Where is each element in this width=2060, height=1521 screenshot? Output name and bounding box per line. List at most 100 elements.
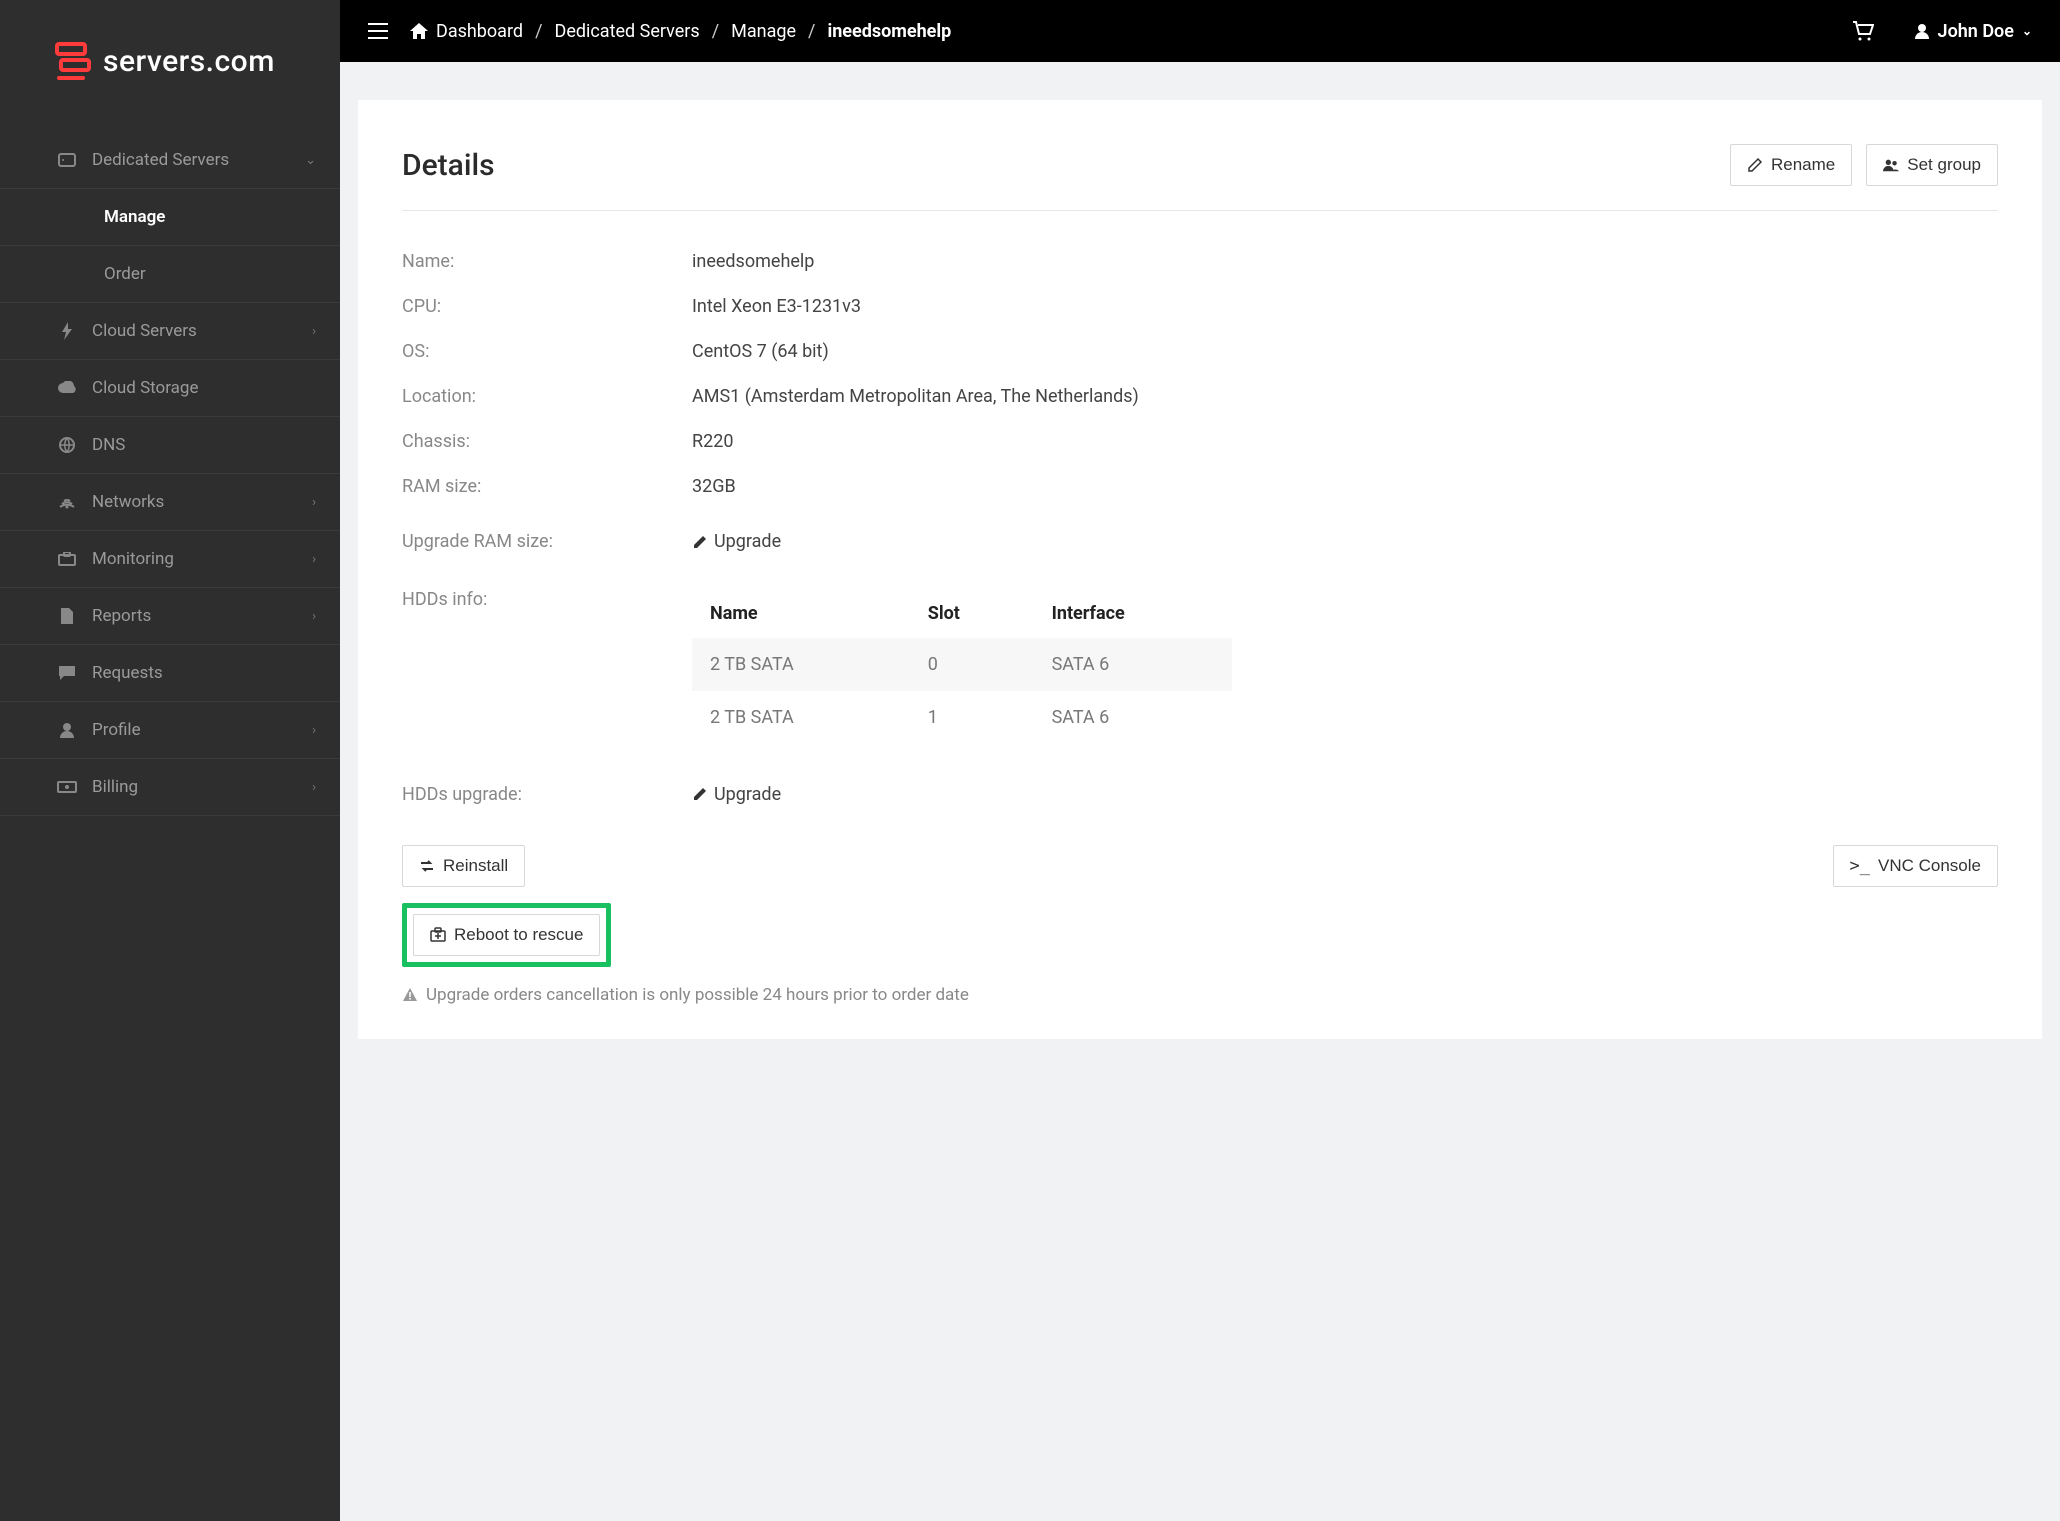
- home-icon[interactable]: [410, 23, 428, 39]
- brand-name: servers.com: [103, 44, 275, 79]
- cloud-icon: [56, 381, 78, 395]
- label-hdds: HDDs info:: [402, 589, 692, 610]
- label-ram: RAM size:: [402, 476, 692, 497]
- user-menu[interactable]: John Doe ⌄: [1914, 21, 2032, 42]
- upgrade-ram-link[interactable]: Upgrade: [692, 531, 781, 552]
- pencil-icon: [692, 786, 708, 802]
- hdd-name: 2 TB SATA: [692, 638, 910, 691]
- signal-icon: [56, 495, 78, 509]
- sidebar-item-label: Billing: [92, 777, 138, 797]
- sidebar-item-label: Monitoring: [92, 549, 174, 569]
- highlight-box: Reboot to rescue: [402, 903, 611, 967]
- sidebar-item-monitoring[interactable]: Monitoring ›: [0, 531, 340, 588]
- sidebar-item-profile[interactable]: Profile ›: [0, 702, 340, 759]
- warning-icon: [402, 987, 418, 1003]
- sidebar-item-label: Cloud Servers: [92, 321, 197, 341]
- value-os: CentOS 7 (64 bit): [692, 341, 829, 362]
- chat-icon: [56, 665, 78, 681]
- rename-button[interactable]: Rename: [1730, 144, 1852, 186]
- value-name: ineedsomehelp: [692, 251, 814, 272]
- globe-icon: [56, 437, 78, 453]
- chevron-right-icon: ›: [312, 552, 316, 567]
- hdd-slot: 0: [910, 638, 1034, 691]
- breadcrumb-current: ineedsomehelp: [827, 21, 951, 42]
- sidebar-item-label: Networks: [92, 492, 164, 512]
- retweet-icon: [419, 858, 435, 874]
- sidebar-item-requests[interactable]: Requests: [0, 645, 340, 702]
- logo-icon: [55, 40, 91, 82]
- set-group-button[interactable]: Set group: [1866, 144, 1998, 186]
- hdd-header-interface: Interface: [1034, 589, 1232, 638]
- chevron-right-icon: ›: [312, 609, 316, 624]
- user-icon: [1914, 23, 1930, 39]
- chevron-down-icon: ⌄: [305, 153, 316, 168]
- sidebar-item-billing[interactable]: Billing ›: [0, 759, 340, 816]
- hdd-slot: 1: [910, 691, 1034, 744]
- hdd-name: 2 TB SATA: [692, 691, 910, 744]
- sidebar-item-cloud-storage[interactable]: Cloud Storage: [0, 360, 340, 417]
- chevron-right-icon: ›: [312, 324, 316, 339]
- medkit-icon: [430, 927, 446, 943]
- label-name: Name:: [402, 251, 692, 272]
- breadcrumb-separator: /: [808, 21, 815, 42]
- table-row: 2 TB SATA 1 SATA 6: [692, 691, 1232, 744]
- hdd-interface: SATA 6: [1034, 691, 1232, 744]
- sidebar-item-dns[interactable]: DNS: [0, 417, 340, 474]
- sidebar-item-label: Dedicated Servers: [92, 150, 229, 170]
- breadcrumb-separator: /: [712, 21, 719, 42]
- hdd-header-name: Name: [692, 589, 910, 638]
- cancellation-note: Upgrade orders cancellation is only poss…: [402, 985, 1998, 1005]
- note-text: Upgrade orders cancellation is only poss…: [426, 985, 969, 1005]
- pencil-icon: [692, 534, 708, 550]
- sidebar-item-manage[interactable]: Manage: [0, 189, 340, 246]
- sidebar-item-cloud-servers[interactable]: Cloud Servers ›: [0, 303, 340, 360]
- sidebar-item-order[interactable]: Order: [0, 246, 340, 303]
- upgrade-hdd-link[interactable]: Upgrade: [692, 784, 781, 805]
- breadcrumb: Dashboard / Dedicated Servers / Manage /…: [410, 21, 951, 42]
- money-icon: [56, 781, 78, 793]
- sidebar-item-label: DNS: [92, 435, 125, 455]
- table-row: 2 TB SATA 0 SATA 6: [692, 638, 1232, 691]
- chevron-right-icon: ›: [312, 495, 316, 510]
- breadcrumb-separator: /: [535, 21, 542, 42]
- edit-icon: [1747, 157, 1763, 173]
- bolt-icon: [56, 322, 78, 340]
- sidebar: servers.com Dedicated Servers ⌄ Manage O…: [0, 0, 340, 1521]
- label-cpu: CPU:: [402, 296, 692, 317]
- users-icon: [1883, 157, 1899, 173]
- reboot-rescue-button[interactable]: Reboot to rescue: [413, 914, 600, 956]
- hdd-header-slot: Slot: [910, 589, 1034, 638]
- chevron-right-icon: ›: [312, 780, 316, 795]
- page-title: Details: [402, 148, 495, 183]
- hamburger-icon[interactable]: [368, 23, 388, 39]
- breadcrumb-section[interactable]: Dedicated Servers: [555, 21, 700, 42]
- cart-icon[interactable]: [1852, 21, 1874, 41]
- sidebar-item-networks[interactable]: Networks ›: [0, 474, 340, 531]
- label-os: OS:: [402, 341, 692, 362]
- chevron-down-icon: ⌄: [2022, 24, 2032, 38]
- value-chassis: R220: [692, 431, 733, 452]
- file-icon: [56, 607, 78, 625]
- sidebar-item-reports[interactable]: Reports ›: [0, 588, 340, 645]
- briefcase-icon: [56, 552, 78, 566]
- user-name: John Doe: [1938, 21, 2014, 42]
- breadcrumb-sub[interactable]: Manage: [731, 21, 796, 42]
- button-label: Reboot to rescue: [454, 925, 583, 945]
- details-card: Details Rename Set group Name:ineedsomeh…: [358, 100, 2042, 1039]
- reinstall-button[interactable]: Reinstall: [402, 845, 525, 887]
- hdd-interface: SATA 6: [1034, 638, 1232, 691]
- value-ram: 32GB: [692, 476, 736, 497]
- brand-logo[interactable]: servers.com: [0, 0, 340, 132]
- value-location: AMS1 (Amsterdam Metropolitan Area, The N…: [692, 386, 1139, 407]
- label-location: Location:: [402, 386, 692, 407]
- link-label: Upgrade: [714, 531, 781, 552]
- breadcrumb-dashboard[interactable]: Dashboard: [436, 21, 523, 42]
- vnc-console-button[interactable]: >_ VNC Console: [1833, 845, 1998, 887]
- sidebar-item-dedicated-servers[interactable]: Dedicated Servers ⌄: [0, 132, 340, 189]
- sidebar-item-label: Requests: [92, 663, 163, 683]
- terminal-icon: >_: [1850, 856, 1870, 876]
- topbar: Dashboard / Dedicated Servers / Manage /…: [340, 0, 2060, 62]
- button-label: VNC Console: [1878, 856, 1981, 876]
- user-icon: [56, 722, 78, 738]
- button-label: Set group: [1907, 155, 1981, 175]
